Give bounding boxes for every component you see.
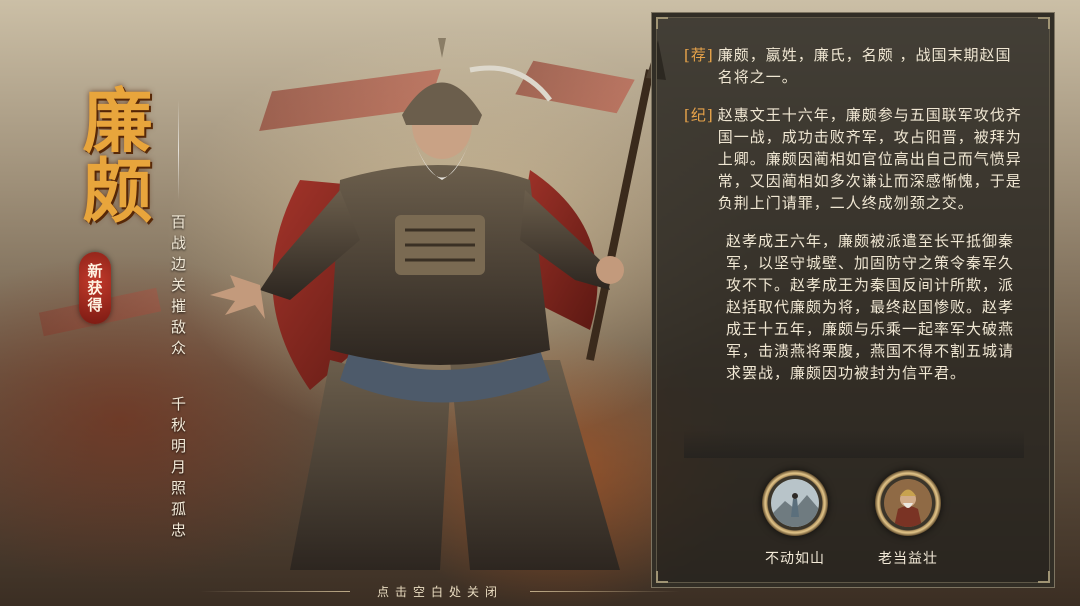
skill-item[interactable]: 老当益壮	[868, 470, 948, 568]
poem-line-1: 百战边关摧敌众	[169, 214, 187, 361]
bio-entry-recommend: [荐] 廉颇，嬴姓，廉氏，名颇 ，战国末期赵国名将之一。	[684, 44, 1024, 88]
scroll-fade	[684, 430, 1024, 458]
panel-corner-ornament	[1038, 17, 1050, 29]
veteran-general-icon	[884, 479, 932, 527]
new-acquired-label: 新获得	[85, 262, 104, 314]
panel-corner-ornament	[656, 17, 668, 29]
skill-icon-frame[interactable]	[875, 470, 941, 536]
panel-corner-ornament	[1038, 571, 1050, 583]
hero-name-title: 廉颇	[71, 84, 154, 224]
skill-name: 不动如山	[765, 551, 825, 567]
skill-icon-frame[interactable]	[762, 470, 828, 536]
poem-line-2: 千秋明月照孤忠	[169, 396, 187, 543]
close-hint-bar[interactable]: 点击空白处关闭	[200, 580, 680, 602]
record-text-continued: 赵孝成王六年，廉颇被派遣至长平抵御秦军，以坚守城壁、加固防守之策令秦军久攻不下。…	[726, 232, 1015, 382]
skill-item[interactable]: 不动如山	[755, 470, 835, 568]
close-hint-text: 点击空白处关闭	[376, 584, 503, 599]
general-portrait-illustration	[210, 38, 666, 570]
record-tag: [纪]	[684, 106, 714, 124]
recommend-tag: [荐]	[684, 46, 714, 64]
recommend-text: 廉颇，嬴姓，廉氏，名颇 ，战国末期赵国名将之一。	[717, 46, 1012, 86]
skill-name: 老当益壮	[878, 551, 938, 567]
bio-entry-record: [纪] 赵惠文王十六年，廉颇参与五国联军攻伐齐国一战，成功击败齐军，攻占阳晋，被…	[684, 104, 1024, 214]
title-divider	[178, 100, 179, 200]
new-acquired-badge: 新获得	[79, 252, 111, 324]
mountain-figure-icon	[771, 479, 819, 527]
record-text: 赵惠文王十六年，廉颇参与五国联军攻伐齐国一战，成功击败齐军，攻占阳晋，被拜为上卿…	[717, 106, 1022, 212]
bio-scroll-area[interactable]: [荐] 廉颇，嬴姓，廉氏，名颇 ，战国末期赵国名将之一。 [纪] 赵惠文王十六年…	[684, 44, 1024, 456]
